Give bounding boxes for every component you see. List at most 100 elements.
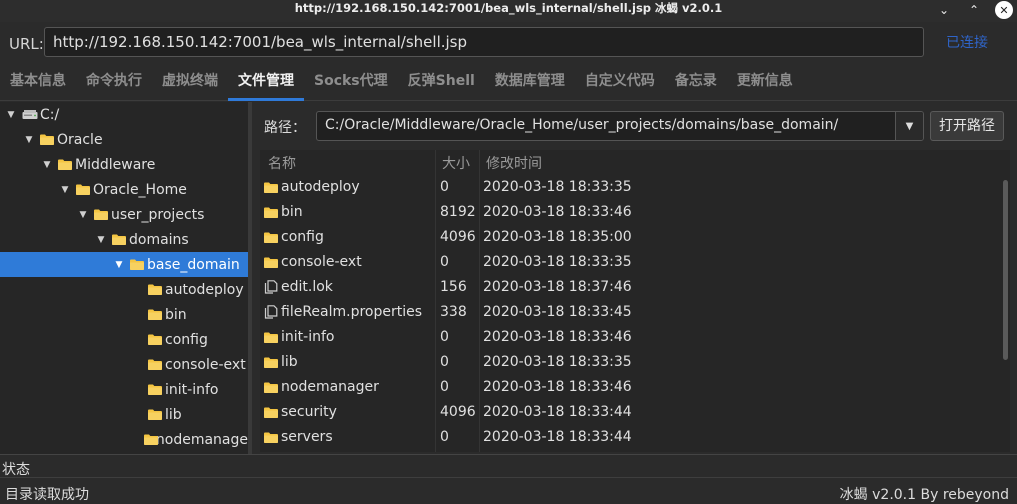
path-value: C:/Oracle/Middleware/Oracle_Home/user_pr… (325, 117, 839, 133)
tree-item-label: C:/ (40, 106, 60, 123)
folder-icon (130, 259, 144, 270)
table-row[interactable]: nodemanager 0 2020-03-18 18:33:46 (260, 375, 1000, 400)
file-icon (264, 280, 278, 294)
table-row[interactable]: bin 8192 2020-03-18 18:33:46 (260, 200, 1000, 225)
tree-item[interactable]: ▼ base_domain (0, 252, 248, 277)
file-name: nodemanager (281, 379, 379, 395)
file-modified: 2020-03-18 18:33:46 (483, 204, 632, 220)
close-button[interactable]: ✕ (995, 1, 1013, 19)
table-row[interactable]: fileRealm.properties 338 2020-03-18 18:33:… (260, 300, 1000, 325)
tree-item-label: lib (165, 406, 182, 423)
folder-icon (264, 181, 278, 195)
expand-caret-icon[interactable]: ▼ (77, 209, 89, 221)
caret-placeholder (131, 409, 143, 421)
window-controls: ⌄ ⌃ ✕ (929, 0, 1017, 22)
tree-item-label: init-info (165, 381, 219, 398)
tree-item[interactable]: ▼ C:/ (0, 102, 248, 127)
caret-placeholder (131, 359, 143, 371)
caret-placeholder (131, 309, 143, 321)
tab-3[interactable]: 文件管理 (228, 64, 304, 101)
table-row[interactable]: lib 0 2020-03-18 18:33:35 (260, 350, 1000, 375)
caret-placeholder (131, 384, 143, 396)
file-size: 0 (440, 379, 449, 395)
file-name-cell: autodeploy (264, 179, 360, 195)
folder-icon (264, 231, 278, 245)
file-name: config (281, 229, 324, 245)
url-bar: URL: http://192.168.150.142:7001/bea_wls… (0, 22, 1017, 64)
folder-icon (112, 234, 126, 245)
open-path-button[interactable]: 打开路径 (930, 111, 1004, 141)
folder-icon (264, 406, 278, 420)
url-input[interactable]: http://192.168.150.142:7001/bea_wls_inte… (44, 27, 924, 57)
folder-icon (148, 409, 162, 420)
chevron-down-icon[interactable]: ▼ (895, 112, 923, 140)
tab-4[interactable]: Socks代理 (304, 64, 398, 101)
expand-caret-icon[interactable]: ▼ (41, 159, 53, 171)
file-name-cell: security (264, 404, 337, 420)
table-row[interactable]: config 4096 2020-03-18 18:35:00 (260, 225, 1000, 250)
tree-item[interactable]: ▼ Oracle (0, 127, 248, 152)
tab-0[interactable]: 基本信息 (0, 64, 76, 101)
column-header-size[interactable]: 大小 (442, 153, 470, 173)
status-divider (0, 477, 1017, 478)
tree-item-label: autodeploy (165, 281, 244, 298)
tree-item[interactable]: ▼ domains (0, 227, 248, 252)
caret-placeholder (131, 334, 143, 346)
expand-caret-icon[interactable]: ▼ (59, 184, 71, 196)
tab-9[interactable]: 更新信息 (727, 64, 803, 101)
table-row[interactable]: security 4096 2020-03-18 18:33:44 (260, 400, 1000, 425)
tree-item[interactable]: ▼ Oracle_Home (0, 177, 248, 202)
table-row[interactable]: autodeploy 0 2020-03-18 18:33:35 (260, 175, 1000, 200)
expand-caret-icon[interactable]: ▼ (5, 109, 17, 121)
tab-8[interactable]: 备忘录 (665, 64, 727, 101)
folder-icon (264, 431, 278, 445)
expand-caret-icon[interactable]: ▼ (23, 134, 35, 146)
file-size: 0 (440, 179, 449, 195)
column-header-name[interactable]: 名称 (268, 153, 296, 173)
status-area: 状态 目录读取成功 冰蝎 v2.0.1 By rebeyond (0, 454, 1017, 504)
expand-caret-icon[interactable]: ▼ (113, 259, 125, 271)
tab-5[interactable]: 反弹Shell (398, 64, 485, 101)
tab-1[interactable]: 命令执行 (76, 64, 152, 101)
path-combobox[interactable]: C:/Oracle/Middleware/Oracle_Home/user_pr… (316, 111, 924, 141)
file-name: servers (281, 429, 333, 445)
title-bar: http://192.168.150.142:7001/bea_wls_inte… (0, 0, 1017, 22)
file-modified: 2020-03-18 18:33:35 (483, 254, 632, 270)
tree-item[interactable]: lib (0, 402, 248, 427)
tab-7[interactable]: 自定义代码 (575, 64, 665, 101)
file-modified: 2020-03-18 18:33:46 (483, 379, 632, 395)
minimize-button[interactable]: ⌄ (929, 0, 959, 20)
file-name: security (281, 404, 337, 420)
vertical-scrollbar[interactable] (1003, 180, 1008, 360)
folder-icon (264, 256, 278, 270)
file-name-cell: nodemanager (264, 379, 379, 395)
tree-item[interactable]: ▼ Middleware (0, 152, 248, 177)
tab-2[interactable]: 虚拟终端 (152, 64, 228, 101)
file-size: 4096 (440, 404, 476, 420)
file-name-cell: console-ext (264, 254, 362, 270)
tree-item[interactable]: console-ext (0, 352, 248, 377)
column-header-modified[interactable]: 修改时间 (486, 153, 542, 173)
folder-icon (148, 309, 162, 320)
file-name: autodeploy (281, 179, 360, 195)
tree-item-label: nodemanage (155, 431, 248, 448)
table-row[interactable]: servers 0 2020-03-18 18:33:44 (260, 425, 1000, 450)
file-size: 338 (440, 304, 467, 320)
tab-6[interactable]: 数据库管理 (485, 64, 575, 101)
tree-item[interactable]: bin (0, 302, 248, 327)
status-message: 目录读取成功 (5, 487, 89, 503)
expand-caret-icon[interactable]: ▼ (95, 234, 107, 246)
tree-item[interactable]: autodeploy (0, 277, 248, 302)
table-row[interactable]: init-info 0 2020-03-18 18:33:46 (260, 325, 1000, 350)
tree-item[interactable]: nodemanage (0, 427, 248, 452)
maximize-button[interactable]: ⌃ (959, 0, 989, 20)
file-name-cell: bin (264, 204, 303, 220)
tree-item[interactable]: ▼ user_projects (0, 202, 248, 227)
tree-item-label: domains (129, 231, 189, 248)
tree-item[interactable]: init-info (0, 377, 248, 402)
table-row[interactable]: console-ext 0 2020-03-18 18:33:35 (260, 250, 1000, 275)
table-row[interactable]: edit.lok 156 2020-03-18 18:37:46 (260, 275, 1000, 300)
file-name-cell: lib (264, 354, 298, 370)
url-label: URL: (9, 35, 44, 53)
tree-item[interactable]: config (0, 327, 248, 352)
